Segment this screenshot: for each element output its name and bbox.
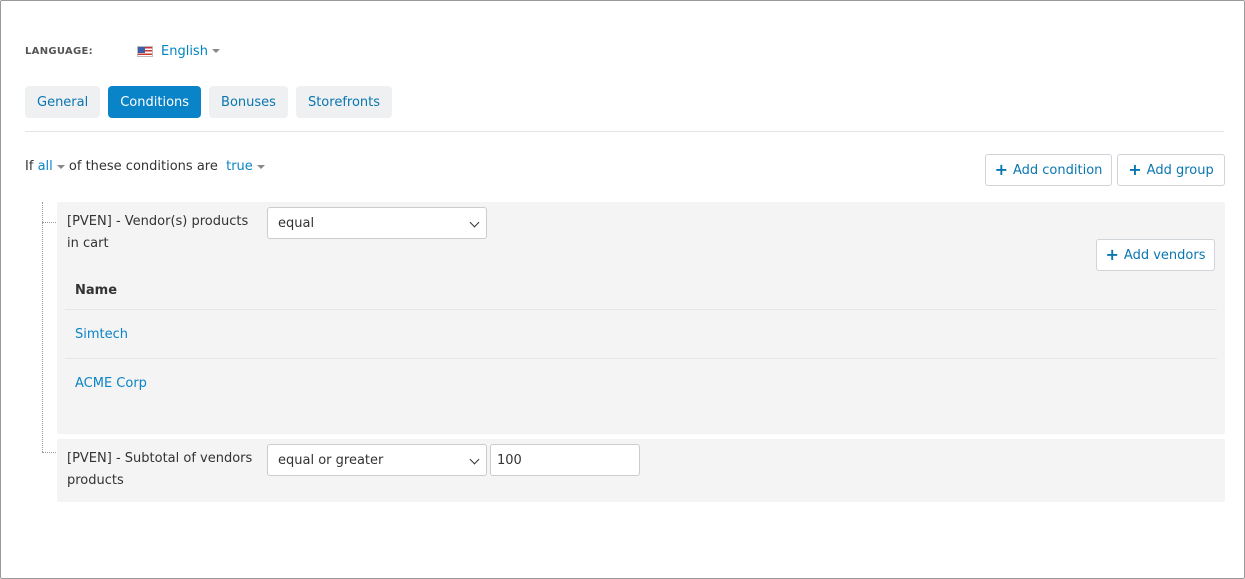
condition-panel-subtotal: [PVEN] - Subtotal of vendors products eq…	[57, 439, 1225, 502]
language-value: English	[161, 43, 208, 59]
truth-dropdown[interactable]: true	[226, 159, 265, 174]
vendor-link[interactable]: ACME Corp	[75, 376, 147, 391]
tree-connector-branch	[42, 452, 56, 453]
tab-conditions[interactable]: Conditions	[108, 86, 202, 118]
caret-down-icon	[211, 49, 220, 53]
chevron-down-icon	[469, 217, 480, 228]
quantifier-value: all	[37, 159, 53, 174]
plus-icon: +	[1128, 160, 1142, 179]
table-header-name: Name	[75, 283, 118, 298]
caret-down-icon	[256, 164, 265, 169]
table-row-divider	[65, 309, 1217, 310]
truth-value: true	[226, 159, 253, 174]
tab-storefronts[interactable]: Storefronts	[295, 86, 393, 118]
table-row-divider	[65, 358, 1217, 359]
us-flag-icon	[137, 45, 153, 57]
language-label: LANGUAGE:	[25, 45, 93, 57]
tree-connector-branch	[42, 222, 56, 223]
condition-panel-vendors: [PVEN] - Vendor(s) products in cart equa…	[57, 202, 1225, 434]
tab-bar: General Conditions Bonuses Storefronts	[25, 86, 400, 118]
conditions-prefix: If	[25, 159, 34, 174]
condition-label: [PVEN] - Vendor(s) products in cart	[67, 214, 249, 251]
language-selector[interactable]: English	[137, 44, 220, 59]
subtotal-value-input[interactable]: 100	[490, 444, 640, 476]
operator-value: equal or greater	[278, 452, 384, 468]
plus-icon: +	[1105, 245, 1119, 264]
add-condition-label: Add condition	[1012, 162, 1103, 178]
tree-connector-vertical	[42, 202, 43, 452]
add-vendors-button[interactable]: + Add vendors	[1096, 239, 1215, 271]
operator-value: equal	[278, 215, 315, 231]
operator-select[interactable]: equal	[267, 207, 487, 239]
chevron-down-icon	[469, 454, 480, 465]
tab-general[interactable]: General	[25, 86, 101, 118]
vendor-link[interactable]: Simtech	[75, 327, 128, 342]
subtotal-value: 100	[497, 452, 522, 468]
language-row: LANGUAGE: English	[25, 42, 220, 60]
tab-bonuses[interactable]: Bonuses	[209, 86, 288, 118]
add-condition-button[interactable]: + Add condition	[985, 154, 1112, 186]
operator-select[interactable]: equal or greater	[267, 444, 487, 476]
conditions-middle-text: of these conditions are	[68, 159, 218, 174]
caret-down-icon	[56, 164, 65, 169]
tabs-divider	[25, 131, 1224, 132]
add-group-label: Add group	[1146, 162, 1214, 178]
add-vendors-label: Add vendors	[1123, 247, 1206, 263]
conditions-sentence: If all of these conditions are true	[25, 159, 265, 174]
plus-icon: +	[994, 160, 1008, 179]
condition-label: [PVEN] - Subtotal of vendors products	[67, 451, 253, 488]
quantifier-dropdown[interactable]: all	[38, 159, 65, 174]
add-group-button[interactable]: + Add group	[1117, 154, 1225, 186]
